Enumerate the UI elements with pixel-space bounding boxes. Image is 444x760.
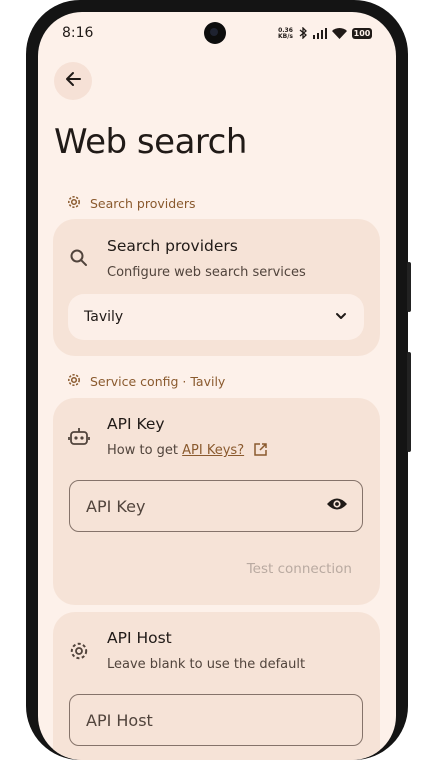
status-bar: 8:16 0.36 KB/s 100 (38, 12, 396, 56)
network-speed-unit: KB/s (278, 32, 293, 40)
bluetooth-icon (298, 24, 308, 43)
card-title: Search providers (107, 237, 238, 255)
status-time: 8:16 (62, 25, 94, 41)
volume-button (407, 262, 411, 312)
section-header-search-providers: Search providers (66, 194, 196, 213)
power-button (407, 352, 411, 452)
section-label: Search providers (90, 196, 196, 211)
battery-icon: 100 (352, 28, 372, 39)
api-host-field[interactable] (69, 694, 363, 746)
provider-select-value: Tavily (84, 309, 124, 325)
api-key-help: How to get API Keys? (107, 443, 267, 460)
card-subtitle: Configure web search services (107, 265, 306, 280)
camera-cutout (204, 22, 226, 44)
open-in-new-icon[interactable] (254, 443, 267, 460)
app-screen: 8:16 0.36 KB/s 100 Web search Search pro… (38, 12, 396, 760)
api-key-input[interactable] (84, 495, 326, 517)
provider-select[interactable]: Tavily (68, 294, 364, 340)
section-label: Service config · Tavily (90, 374, 226, 389)
search-providers-card: Search providers Configure web search se… (53, 219, 380, 356)
api-host-input[interactable] (84, 709, 348, 731)
gear-icon (67, 639, 91, 663)
page-title: Web search (54, 122, 247, 162)
card-title: API Key (107, 415, 165, 433)
card-title: API Host (107, 629, 172, 647)
network-speed: 0.36 KB/s (278, 27, 293, 40)
help-prefix: How to get (107, 443, 183, 458)
arrow-back-icon (64, 70, 82, 92)
section-header-service-config: Service config · Tavily (66, 372, 225, 391)
back-button[interactable] (54, 62, 92, 100)
search-icon (67, 246, 91, 270)
signal-icon (313, 24, 327, 43)
robot-icon (67, 425, 91, 449)
api-key-field[interactable] (69, 480, 363, 532)
api-keys-link[interactable]: API Keys? (182, 443, 244, 458)
gear-icon (66, 372, 82, 391)
card-subtitle: Leave blank to use the default (107, 657, 306, 672)
api-host-card: API Host Leave blank to use the default (53, 612, 380, 760)
chevron-down-icon (334, 308, 348, 327)
gear-icon (66, 194, 82, 213)
api-key-card: API Key How to get API Keys? Test connec… (53, 398, 380, 605)
wifi-icon (332, 24, 347, 43)
visibility-eye-icon[interactable] (326, 496, 348, 516)
status-icons: 0.36 KB/s 100 (278, 24, 372, 43)
test-connection-button[interactable]: Test connection (247, 561, 352, 577)
